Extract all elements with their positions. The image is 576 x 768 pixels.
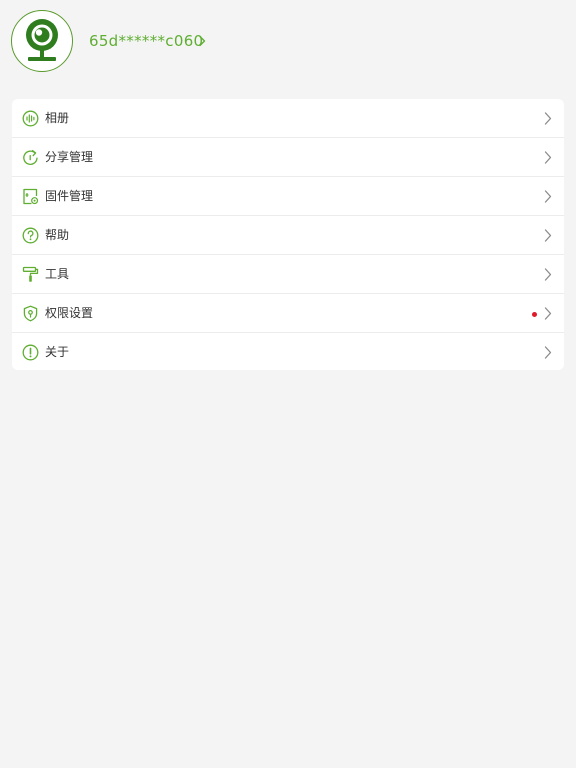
paint-roller-icon bbox=[22, 266, 39, 283]
settings-menu: 相册 分享管理 固件管理 帮助 工具 权限设置 关于 bbox=[12, 99, 564, 370]
user-id-link[interactable]: 65d******c060 bbox=[89, 31, 203, 51]
menu-item-about[interactable]: 关于 bbox=[12, 333, 564, 370]
menu-item-label: 固件管理 bbox=[45, 189, 94, 203]
menu-item-label: 分享管理 bbox=[45, 150, 94, 164]
firmware-icon bbox=[22, 188, 39, 205]
menu-item-share-management[interactable]: 分享管理 bbox=[12, 138, 564, 177]
webcam-icon bbox=[26, 19, 58, 61]
chevron-right-icon bbox=[544, 151, 552, 164]
chevron-right-icon bbox=[544, 229, 552, 242]
album-icon bbox=[22, 110, 39, 127]
menu-item-label: 相册 bbox=[45, 111, 70, 125]
menu-item-label: 关于 bbox=[45, 345, 70, 359]
chevron-right-icon bbox=[544, 346, 552, 359]
menu-item-help[interactable]: 帮助 bbox=[12, 216, 564, 255]
menu-item-tools[interactable]: 工具 bbox=[12, 255, 564, 294]
chevron-right-icon[interactable] bbox=[196, 34, 208, 48]
shield-icon bbox=[22, 305, 39, 322]
menu-item-permission-settings[interactable]: 权限设置 bbox=[12, 294, 564, 333]
menu-item-label: 工具 bbox=[45, 267, 70, 281]
share-icon bbox=[22, 149, 39, 166]
menu-item-label: 帮助 bbox=[45, 228, 70, 242]
chevron-right-icon bbox=[544, 190, 552, 203]
chevron-right-icon bbox=[544, 307, 552, 320]
menu-item-firmware-management[interactable]: 固件管理 bbox=[12, 177, 564, 216]
notification-dot bbox=[532, 312, 537, 317]
menu-item-album[interactable]: 相册 bbox=[12, 99, 564, 138]
exclamation-icon bbox=[22, 344, 39, 361]
chevron-right-icon bbox=[544, 268, 552, 281]
question-icon bbox=[22, 227, 39, 244]
avatar[interactable] bbox=[11, 10, 73, 72]
chevron-right-icon bbox=[544, 112, 552, 125]
profile-header[interactable]: 65d******c060 bbox=[0, 0, 576, 84]
menu-item-label: 权限设置 bbox=[45, 306, 94, 320]
